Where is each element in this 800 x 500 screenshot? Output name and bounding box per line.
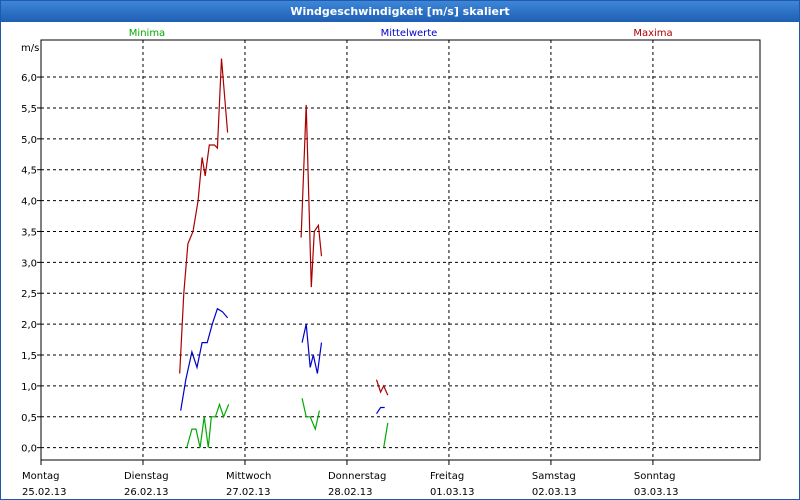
x-tick-date-label: 25.02.13 [22, 487, 67, 498]
series-line-minima [186, 402, 230, 448]
series-line-minima [383, 422, 389, 448]
legend-entry-mittelwerte: Mittelwerte [381, 28, 438, 39]
series-maxima [179, 58, 389, 396]
grid [41, 40, 760, 460]
x-tick-day-label: Samstag [532, 471, 576, 482]
x-tick-day-label: Donnerstag [328, 471, 386, 482]
y-tick-label: 3,5 [21, 227, 37, 238]
x-tick-date-label: 01.03.13 [430, 487, 475, 498]
x-tick-date-label: 03.03.13 [634, 487, 679, 498]
series-line-minima [301, 398, 320, 432]
x-tick-date-label: 28.02.13 [328, 487, 373, 498]
y-axis-label: m/s [21, 43, 39, 54]
y-tick-label: 1,5 [21, 351, 37, 362]
wind-speed-chart: m/s 0,0 0,5 1,0 1,5 2,0 2,5 3,0 3,5 4,0 4,5 5,0 5,5… [21, 28, 761, 498]
x-tick-day-label: Mittwoch [226, 471, 271, 482]
legend-entry-minima: Minima [129, 28, 165, 39]
series [179, 58, 389, 448]
y-tick-label: 4,0 [21, 197, 37, 208]
series-line-mittelwerte [375, 406, 385, 415]
x-tick-day-label: Dienstag [124, 471, 169, 482]
series-line-maxima [300, 104, 323, 288]
legend-entry-maxima: Maxima [633, 28, 672, 39]
y-tick-label: 1,0 [21, 382, 37, 393]
x-tick-date-label: 02.03.13 [532, 487, 577, 498]
x-tick-day-label: Sonntag [634, 471, 676, 482]
series-line-maxima [179, 58, 229, 374]
chart-window: Windgeschwindigkeit [m/s] skaliert m/s 0… [0, 0, 800, 500]
x-axis-ticks: Montag 25.02.13 Dienstag 26.02.13 Mittwoch 27… [22, 460, 678, 498]
series-line-mittelwerte [301, 323, 323, 374]
x-tick-day-label: Freitag [430, 471, 464, 482]
y-tick-label: 5,0 [21, 135, 37, 146]
x-tick-date-label: 26.02.13 [124, 487, 169, 498]
x-tick-day-label: Montag [22, 471, 59, 482]
y-tick-label: 3,0 [21, 258, 37, 269]
y-tick-label: 2,0 [21, 320, 37, 331]
y-axis-ticks: 0,0 0,5 1,0 1,5 2,0 2,5 3,0 3,5 4,0 4,5 5,0 5,5 6,0 [21, 73, 41, 455]
y-tick-label: 2,5 [21, 289, 37, 300]
y-tick-label: 6,0 [21, 73, 37, 84]
x-tick-date-label: 27.02.13 [226, 487, 271, 498]
series-line-maxima [375, 379, 389, 396]
y-tick-label: 0,5 [21, 413, 37, 424]
y-tick-label: 0,0 [21, 444, 37, 455]
y-tick-label: 5,5 [21, 104, 37, 115]
y-tick-label: 4,5 [21, 166, 37, 177]
legend: Minima Mittelwerte Maxima [129, 28, 673, 39]
plot-frame [40, 39, 761, 461]
series-minima [186, 398, 389, 448]
